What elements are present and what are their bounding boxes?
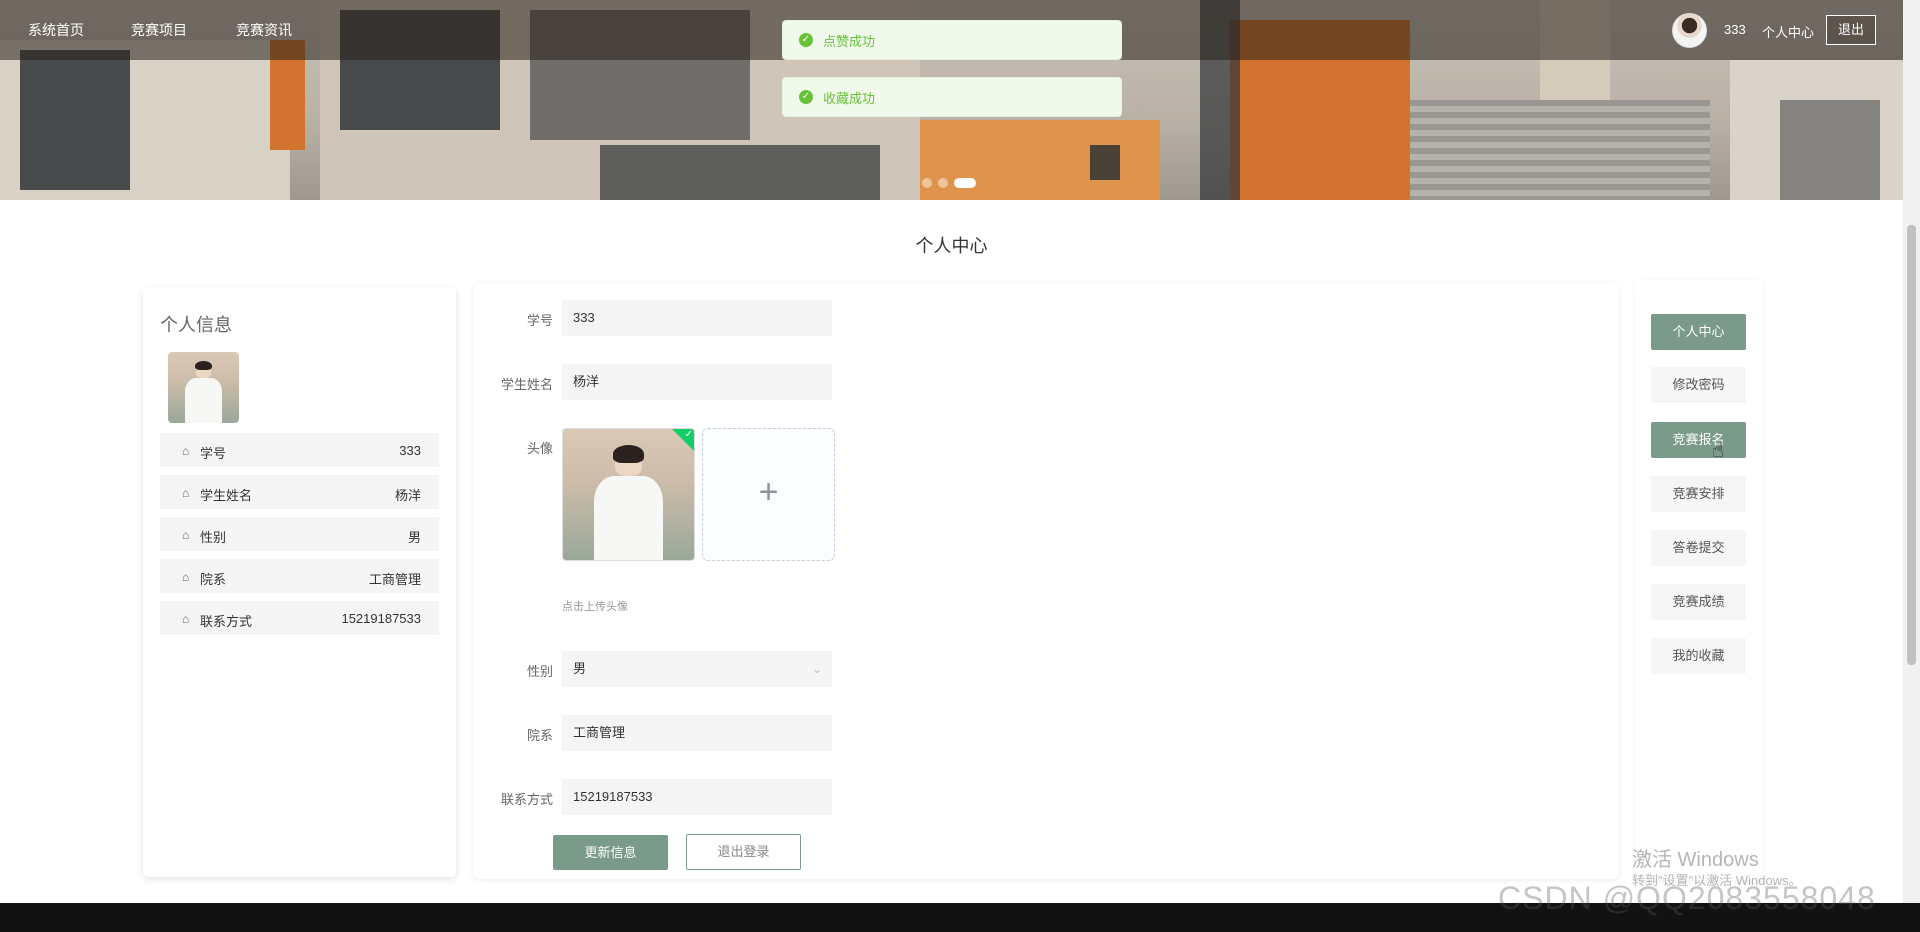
menu-change-password[interactable]: 修改密码 bbox=[1651, 367, 1746, 403]
toast-text: 收藏成功 bbox=[823, 90, 876, 106]
info-value: 杨洋 bbox=[394, 488, 421, 503]
menu-competition-score[interactable]: 竞赛成绩 bbox=[1651, 584, 1746, 620]
menu-competition-schedule[interactable]: 竞赛安排 bbox=[1651, 476, 1746, 512]
home-icon: ⌂ bbox=[182, 528, 190, 542]
info-label: 联系方式 bbox=[200, 614, 253, 629]
profile-info-card: 个人信息 ⌂ 学号 333 ⌂ 学生姓名 杨洋 ⌂ 性别 男 ⌂ 院系 工商管理… bbox=[143, 287, 456, 877]
nav-home[interactable]: 系统首页 bbox=[28, 20, 84, 40]
gender-select[interactable]: 男 ⌄ bbox=[562, 651, 832, 687]
scrollbar-thumb[interactable] bbox=[1907, 225, 1916, 665]
menu-answer-submit[interactable]: 答卷提交 bbox=[1651, 530, 1746, 566]
label-student-name: 学生姓名 bbox=[500, 377, 553, 392]
carousel-dot[interactable] bbox=[922, 178, 932, 188]
home-icon: ⌂ bbox=[182, 444, 190, 458]
uploaded-avatar-thumbnail[interactable]: ✓ bbox=[562, 428, 695, 561]
username-label: 333 bbox=[1724, 22, 1746, 37]
info-row-department: ⌂ 院系 工商管理 bbox=[160, 559, 439, 595]
logout-button[interactable]: 退出登录 bbox=[686, 834, 801, 870]
carousel-dot-active[interactable] bbox=[954, 178, 976, 188]
info-value: 工商管理 bbox=[368, 572, 421, 587]
csdn-watermark: CSDN @QQ2083558048 bbox=[1498, 880, 1876, 916]
contact-input[interactable] bbox=[562, 779, 832, 815]
carousel-indicators bbox=[922, 178, 976, 188]
info-label: 学号 bbox=[200, 446, 227, 461]
label-gender: 性别 bbox=[526, 664, 553, 679]
check-circle-icon: ✓ bbox=[799, 33, 813, 47]
carousel-dot[interactable] bbox=[938, 178, 948, 188]
home-icon: ⌂ bbox=[182, 486, 190, 500]
profile-card-title: 个人信息 bbox=[160, 315, 232, 335]
info-row-gender: ⌂ 性别 男 bbox=[160, 517, 439, 553]
check-circle-icon: ✓ bbox=[799, 90, 813, 104]
nav-profile-link[interactable]: 个人中心 bbox=[1762, 22, 1814, 41]
info-row-student-id: ⌂ 学号 333 bbox=[160, 433, 439, 469]
department-input[interactable] bbox=[562, 715, 832, 751]
info-label: 性别 bbox=[200, 530, 227, 545]
windows-activation-title: 激活 Windows bbox=[1632, 849, 1759, 871]
label-avatar: 头像 bbox=[526, 441, 553, 456]
nav-news[interactable]: 竞赛资讯 bbox=[236, 20, 292, 40]
gender-select-value: 男 bbox=[573, 661, 587, 676]
label-contact: 联系方式 bbox=[500, 792, 553, 807]
info-label: 学生姓名 bbox=[200, 488, 253, 503]
home-icon: ⌂ bbox=[182, 612, 190, 626]
profile-photo bbox=[168, 352, 239, 423]
info-label: 院系 bbox=[200, 572, 227, 587]
avatar-upload-button[interactable]: + bbox=[702, 428, 835, 561]
upload-hint: 点击上传头像 bbox=[562, 601, 628, 613]
info-value: 15219187533 bbox=[341, 611, 421, 626]
info-row-contact: ⌂ 联系方式 15219187533 bbox=[160, 601, 439, 637]
page-title: 个人中心 bbox=[915, 236, 988, 256]
toast-like-success: ✓ 点赞成功 bbox=[782, 20, 1122, 60]
label-student-id: 学号 bbox=[526, 313, 553, 328]
top-logout-button[interactable]: 退出 bbox=[1826, 15, 1876, 45]
nav-competitions[interactable]: 竞赛项目 bbox=[131, 20, 187, 40]
chevron-down-icon: ⌄ bbox=[811, 662, 822, 676]
toast-favorite-success: ✓ 收藏成功 bbox=[782, 77, 1122, 117]
update-info-button[interactable]: 更新信息 bbox=[553, 835, 668, 870]
menu-competition-signup[interactable]: 竞赛报名 bbox=[1651, 422, 1746, 458]
label-department: 院系 bbox=[526, 728, 553, 743]
student-id-input[interactable] bbox=[562, 300, 832, 336]
menu-my-favorites[interactable]: 我的收藏 bbox=[1651, 638, 1746, 674]
hand-cursor-icon: ☝ bbox=[1712, 440, 1725, 462]
upload-success-badge: ✓ bbox=[672, 429, 694, 451]
home-icon: ⌂ bbox=[182, 570, 190, 584]
info-value: 333 bbox=[399, 443, 421, 458]
page-scrollbar[interactable] bbox=[1903, 0, 1920, 903]
student-name-input[interactable] bbox=[562, 364, 832, 400]
plus-icon: + bbox=[758, 473, 779, 511]
check-icon: ✓ bbox=[684, 429, 693, 440]
info-value: 男 bbox=[407, 530, 421, 545]
menu-profile-center[interactable]: 个人中心 bbox=[1651, 314, 1746, 350]
info-row-student-name: ⌂ 学生姓名 杨洋 bbox=[160, 475, 439, 511]
user-avatar[interactable] bbox=[1672, 13, 1707, 48]
toast-text: 点赞成功 bbox=[823, 33, 876, 49]
